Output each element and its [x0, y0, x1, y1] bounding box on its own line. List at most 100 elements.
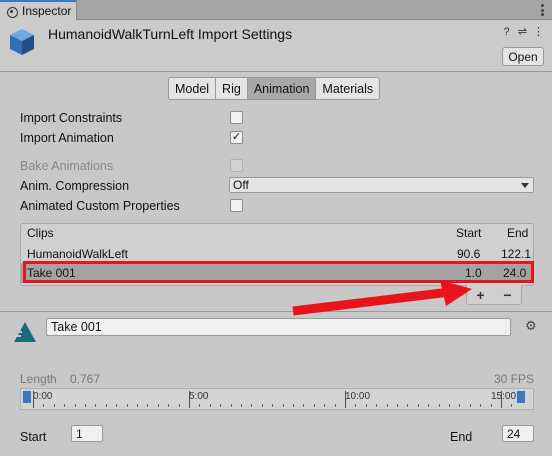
animated-custom-properties-checkbox[interactable] [230, 199, 243, 212]
start-field[interactable]: 1 [71, 425, 103, 442]
tab-animation[interactable]: Animation [247, 78, 317, 99]
timeline-tick [313, 404, 315, 407]
timeline-tick [147, 404, 149, 407]
length-label: Length [20, 372, 57, 386]
timeline-label: 15:00 [491, 391, 517, 402]
asset-title: HumanoidWalkTurnLeft Import Settings [48, 26, 293, 42]
tab-materials[interactable]: Materials [316, 78, 380, 99]
clip-end: 122.1 [501, 247, 532, 261]
tab-model[interactable]: Model [169, 78, 217, 99]
end-field[interactable]: 24 [502, 425, 534, 442]
list-item[interactable]: HumanoidWalkLeft 90.6 122.1 [21, 244, 533, 264]
timeline-tick [168, 404, 170, 407]
timeline-tick [376, 404, 378, 407]
animation-clip-icon [14, 322, 36, 342]
timeline-tick [407, 404, 409, 407]
list-item[interactable]: Take 001 1.0 24.0 [21, 263, 533, 283]
import-settings-panel: Model Rig Animation Materials Import Con… [0, 73, 552, 311]
timeline-tick [272, 404, 274, 407]
timeline-tick [157, 404, 159, 407]
timeline-tick [386, 404, 388, 407]
tab-inspector[interactable]: Inspector [0, 0, 77, 20]
clips-header: Clips Start End [21, 224, 533, 242]
timeline-tick [355, 404, 357, 407]
clip-timeline[interactable]: 0:00 5:00 10:00 15:00 [20, 388, 534, 410]
clip-detail-panel: Take 001 ⚙ Length 0.767 30 FPS 0:00 5:00… [0, 312, 552, 456]
clips-list: Clips Start End HumanoidWalkLeft 90.6 12… [20, 223, 534, 286]
help-icon[interactable]: ? [501, 27, 512, 38]
timeline-tick [365, 404, 367, 407]
timeline-tick [251, 404, 253, 407]
start-label: Start [20, 430, 47, 444]
import-constraints-label: Import Constraints [20, 111, 123, 125]
timeline-tick [303, 404, 305, 407]
window-menu-icon[interactable] [541, 4, 544, 16]
timeline-tick [345, 391, 346, 408]
clip-start: 90.6 [457, 247, 481, 261]
timeline-tick [105, 404, 107, 407]
clips-header-name: Clips [27, 226, 54, 240]
bake-animations-label: Bake Animations [20, 159, 114, 173]
anim-compression-dropdown[interactable]: Off [229, 177, 534, 193]
model-asset-icon [10, 29, 34, 55]
timeline-tick [199, 404, 201, 407]
clips-footer: + − [466, 285, 522, 305]
anim-compression-label: Anim. Compression [20, 179, 130, 193]
timeline-tick [95, 404, 97, 407]
animated-custom-properties-label: Animated Custom Properties [20, 199, 180, 213]
timeline-start-handle[interactable] [23, 391, 31, 403]
clip-name: Take 001 [27, 266, 76, 280]
timeline-tick [116, 404, 118, 407]
anim-compression-value: Off [233, 178, 249, 192]
tab-rig[interactable]: Rig [216, 78, 248, 99]
clips-header-start: Start [456, 226, 482, 240]
timeline-tick [43, 404, 45, 407]
import-constraints-checkbox[interactable] [230, 111, 243, 124]
open-button[interactable]: Open [502, 47, 544, 66]
timeline-tick [334, 404, 336, 407]
timeline-tick [209, 404, 211, 407]
timeline-tick [126, 404, 128, 407]
timeline-tick [324, 404, 326, 407]
timeline-tick [85, 404, 86, 407]
clip-end: 24.0 [503, 266, 527, 280]
timeline-tick [64, 404, 66, 407]
timeline-tick [137, 404, 138, 407]
timeline-tick [511, 404, 513, 407]
timeline-end-handle[interactable] [517, 391, 525, 403]
importer-tabs: Model Rig Animation Materials [168, 77, 381, 100]
timeline-tick [459, 404, 461, 407]
import-animation-label: Import Animation [20, 131, 114, 145]
inspector-header: HumanoidWalkTurnLeft Import Settings ? ⇌… [0, 20, 552, 72]
timeline-tick [480, 404, 482, 407]
tab-label: Inspector [22, 4, 72, 18]
timeline-tick [490, 404, 492, 407]
more-icon[interactable]: ⋮ [533, 27, 544, 38]
chevron-down-icon [521, 183, 529, 188]
fps-label: 30 FPS [493, 372, 534, 386]
remove-clip-button[interactable]: − [499, 287, 517, 303]
clip-name: HumanoidWalkLeft [27, 247, 128, 261]
timeline-tick [428, 404, 430, 407]
timeline-tick [33, 391, 34, 408]
tab-bar: Inspector [0, 0, 552, 20]
timeline-label: 0:00 [33, 391, 53, 402]
length-value: 0.767 [70, 372, 101, 386]
timeline-label: 5:00 [189, 391, 209, 402]
preset-icon[interactable]: ⇌ [517, 27, 528, 38]
end-label: End [450, 430, 473, 444]
add-clip-button[interactable]: + [472, 287, 490, 303]
timeline-tick [220, 404, 222, 407]
timeline-tick [178, 404, 180, 407]
import-animation-checkbox[interactable]: ✓ [230, 131, 243, 144]
timeline-tick [469, 404, 471, 407]
timeline-tick [282, 404, 284, 407]
timeline-tick [417, 404, 419, 407]
clips-header-end: End [507, 226, 529, 240]
clip-name-field[interactable]: Take 001 [46, 318, 511, 336]
gear-icon[interactable]: ⚙ [525, 318, 537, 334]
timeline-tick [397, 404, 398, 407]
timeline-tick [189, 391, 190, 408]
timeline-tick [241, 404, 242, 407]
timeline-tick [293, 404, 294, 407]
